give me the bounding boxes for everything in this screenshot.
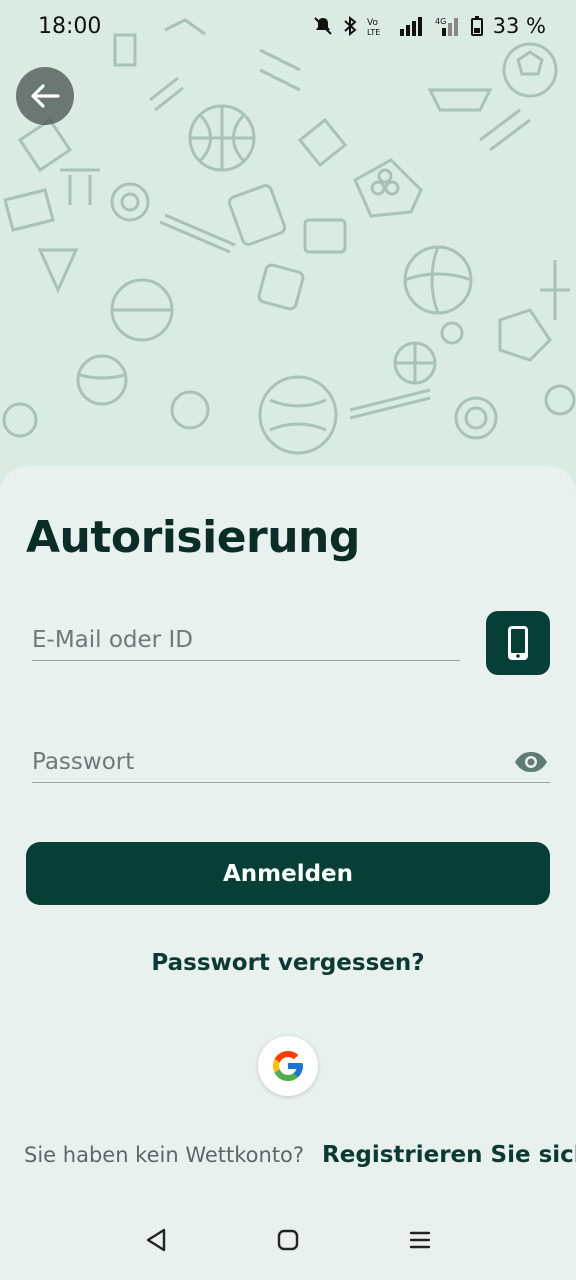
- smartphone-icon: [508, 626, 528, 660]
- no-account-text: Sie haben kein Wettkonto?: [24, 1143, 305, 1167]
- password-field[interactable]: [32, 742, 550, 783]
- volte-icon: VoLTE: [367, 18, 380, 36]
- nav-menu-button[interactable]: [400, 1220, 440, 1260]
- battery-percent: 33 %: [492, 14, 546, 38]
- eye-icon: [515, 752, 547, 772]
- back-triangle-icon: [146, 1228, 166, 1252]
- signal-icon: [399, 17, 422, 36]
- page-title: Autorisierung: [26, 512, 360, 563]
- email-field[interactable]: [32, 620, 460, 661]
- battery-icon: [470, 16, 483, 36]
- nav-home-button[interactable]: [268, 1220, 308, 1260]
- back-button[interactable]: [16, 67, 74, 125]
- login-button[interactable]: Anmelden: [26, 842, 550, 905]
- svg-text:LTE: LTE: [367, 28, 380, 36]
- toggle-password-visibility-button[interactable]: [512, 746, 550, 778]
- email-underline: [32, 660, 460, 661]
- password-underline: [32, 782, 550, 783]
- forgot-password-link[interactable]: Passwort vergessen?: [0, 950, 576, 976]
- svg-text:Vo: Vo: [367, 18, 378, 28]
- phone-login-toggle-button[interactable]: [486, 611, 550, 675]
- register-link[interactable]: Registrieren Sie sich: [322, 1142, 576, 1168]
- home-square-icon: [277, 1229, 299, 1251]
- arrow-left-icon: [31, 84, 60, 108]
- bluetooth-icon: [343, 16, 357, 36]
- register-row: Sie haben kein Wettkonto? Registrieren S…: [24, 1142, 576, 1168]
- status-icons: Vo LTE 4G 33 %: [313, 14, 546, 38]
- system-nav-bar: [0, 1200, 576, 1280]
- sports-pattern-background: [0, 0, 576, 520]
- status-time: 18:00: [38, 13, 102, 39]
- status-bar: 18:00 Vo LTE 4G 33 %: [0, 0, 576, 52]
- svg-text:4G: 4G: [435, 17, 446, 26]
- menu-icon: [409, 1231, 431, 1249]
- email-input[interactable]: [32, 620, 460, 660]
- 4g-signal-icon: 4G: [435, 17, 458, 36]
- nav-back-button[interactable]: [136, 1220, 176, 1260]
- password-input[interactable]: [32, 742, 550, 782]
- google-login-button[interactable]: [258, 1036, 318, 1096]
- google-icon: [273, 1051, 303, 1081]
- muted-bell-icon: [313, 17, 332, 35]
